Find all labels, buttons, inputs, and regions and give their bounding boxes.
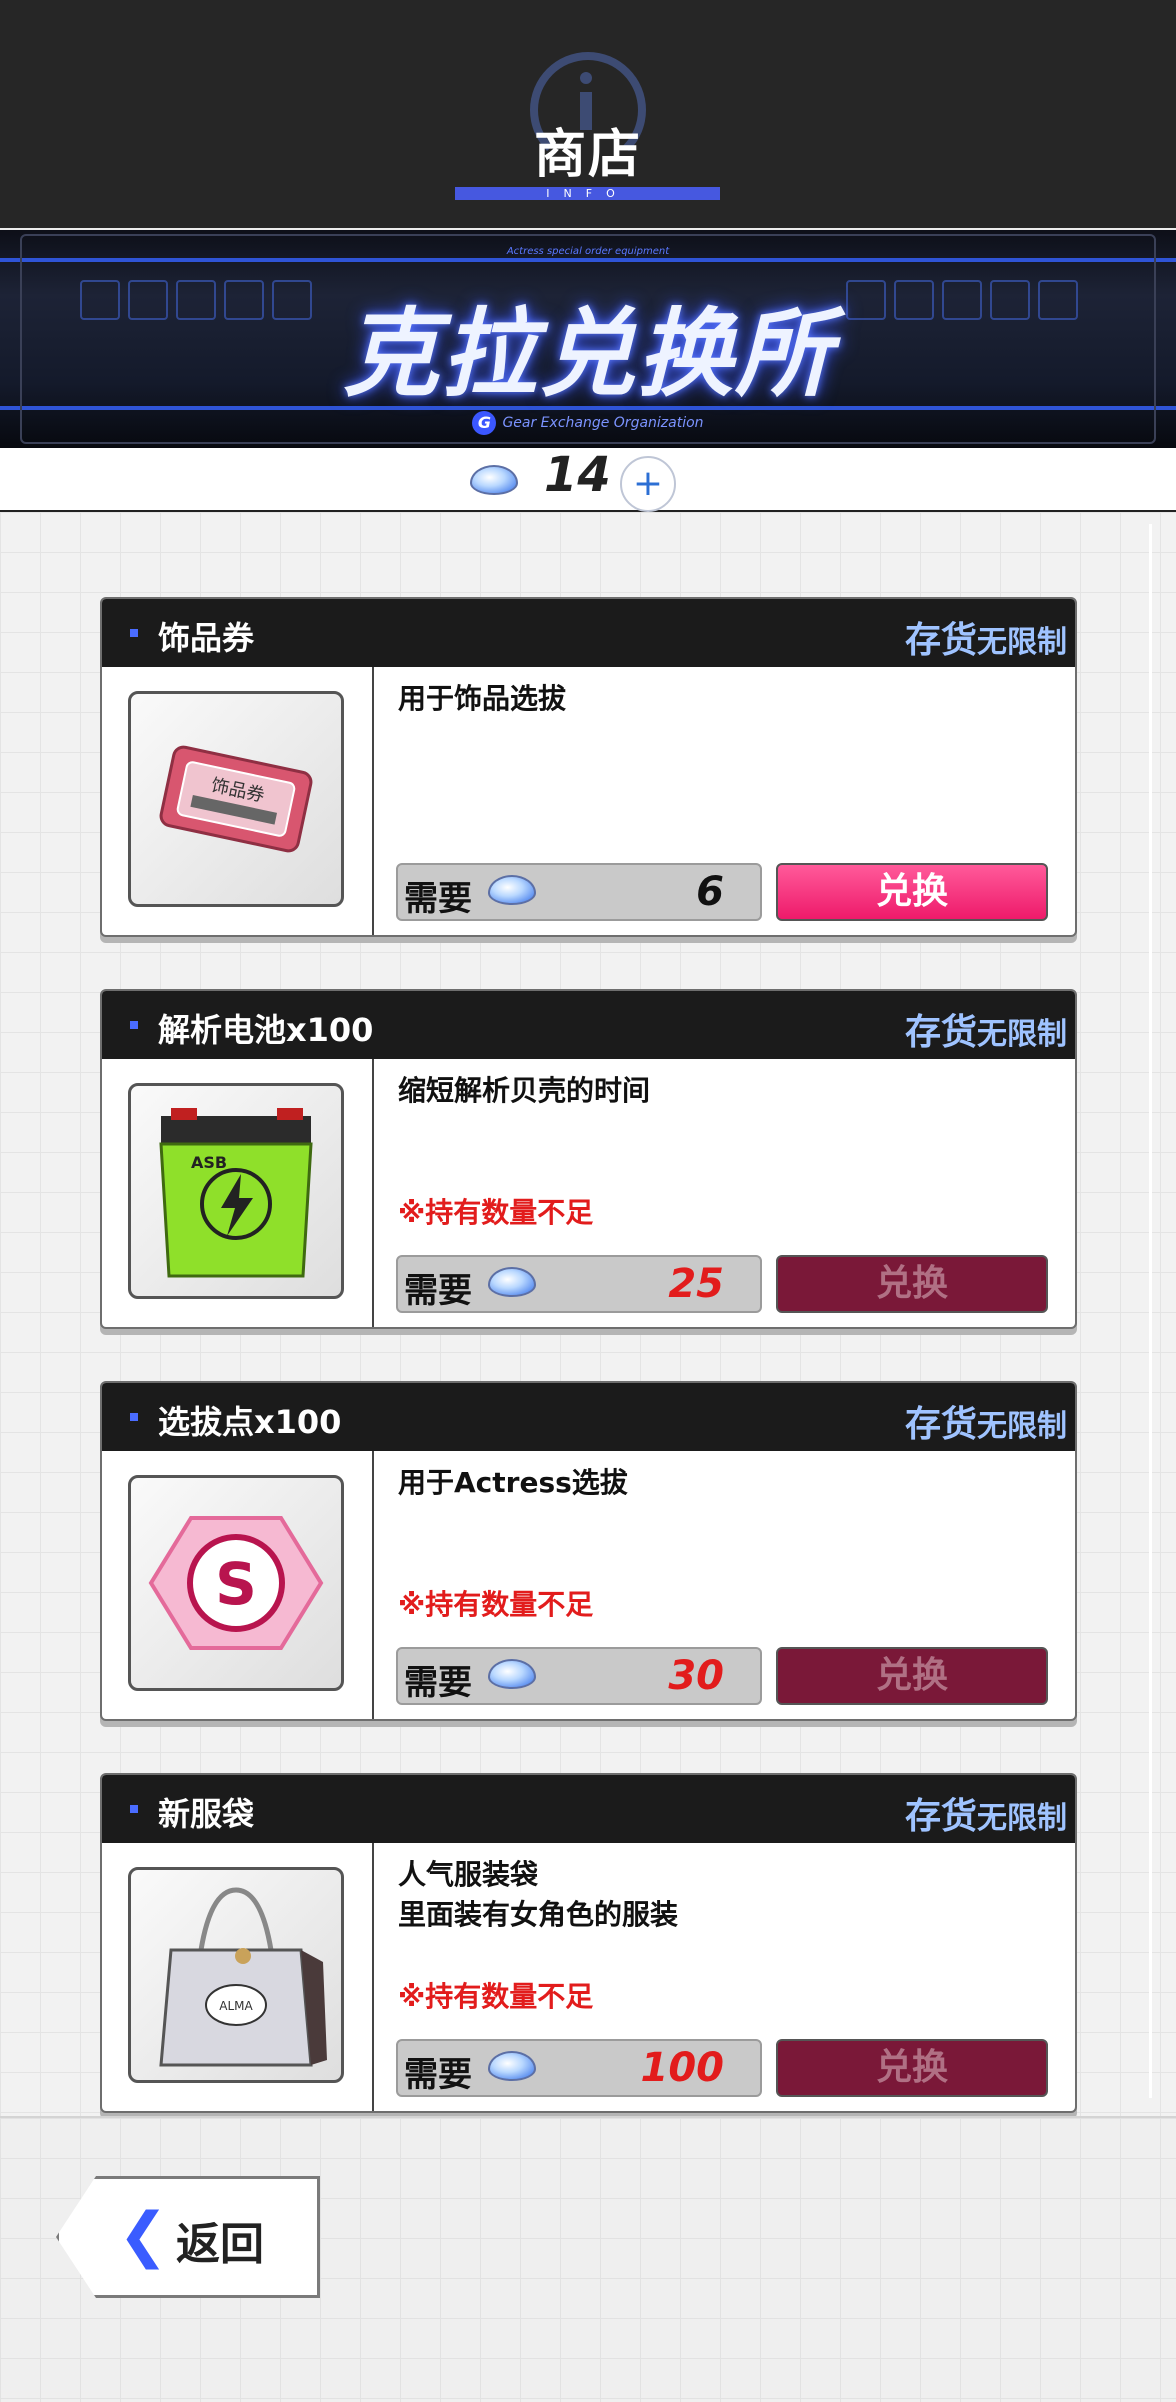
exchange-button[interactable]: 兑换 xyxy=(776,2039,1048,2097)
gem-icon xyxy=(488,875,536,905)
cost-box: 需要 100 xyxy=(396,2039,762,2097)
banner-org: G Gear Exchange Organization xyxy=(0,411,1176,435)
accessory-ticket-icon: 饰品券 xyxy=(128,691,344,907)
card-divider xyxy=(372,1451,374,1719)
svg-text:ASB: ASB xyxy=(191,1153,227,1172)
item-description: 人气服装袋 里面装有女角色的服装 xyxy=(398,1855,1038,1935)
svg-text:S: S xyxy=(215,1550,257,1618)
bullet-icon xyxy=(130,1805,138,1813)
currency-amount: 14 xyxy=(544,447,611,503)
stock-value: 无限制 xyxy=(977,625,1067,660)
info-icon-dot xyxy=(580,72,592,84)
bullet-icon xyxy=(130,629,138,637)
item-name: 新服袋 xyxy=(158,1795,255,1833)
g-logo-icon: G xyxy=(472,411,497,435)
cost-label: 需要 xyxy=(404,2055,472,2095)
shop-item-card: 饰品券 存货无限制 饰品券 用于饰品选拔 需要 6 兑换 xyxy=(100,597,1077,937)
cost-value: 6 xyxy=(696,869,724,915)
selection-point-icon: S xyxy=(128,1475,344,1691)
card-divider xyxy=(372,667,374,935)
shop-item-card: 选拔点x100 存货无限制 S 用于Actress选拔 ※持有数量不足 需要 3… xyxy=(100,1381,1077,1721)
exchange-button[interactable]: 兑换 xyxy=(776,1255,1048,1313)
exchange-button[interactable]: 兑换 xyxy=(776,1647,1048,1705)
svg-text:ALMA: ALMA xyxy=(219,1999,253,2013)
stock-info: 存货无限制 xyxy=(905,1787,1067,1839)
item-name: 选拔点x100 xyxy=(158,1403,342,1441)
gem-icon xyxy=(488,1267,536,1297)
stock-info: 存货无限制 xyxy=(905,1003,1067,1055)
item-description-line: 里面装有女角色的服装 xyxy=(398,1898,679,1931)
info-bar: INFO xyxy=(455,187,720,200)
exchange-button[interactable]: 兑换 xyxy=(776,863,1048,921)
stock-info: 存货无限制 xyxy=(905,1395,1067,1447)
banner-tagline: Actress special order equipment xyxy=(506,246,670,257)
insufficient-warning: ※持有数量不足 xyxy=(398,1196,594,1229)
bullet-icon xyxy=(130,1021,138,1029)
chevron-left-icon: ❮ xyxy=(118,2200,169,2270)
item-description: 缩短解析贝壳的时间 xyxy=(398,1074,651,1107)
cost-box: 需要 25 xyxy=(396,1255,762,1313)
cost-box: 需要 6 xyxy=(396,863,762,921)
cost-label: 需要 xyxy=(404,1271,472,1311)
shop-item-card: 解析电池x100 存货无限制 ASB 缩短解析贝壳的时间 ※持有数量不足 需要 … xyxy=(100,989,1077,1329)
item-name: 解析电池x100 xyxy=(158,1011,374,1049)
cost-label: 需要 xyxy=(404,1663,472,1703)
banner-org-label: Gear Exchange Organization xyxy=(502,415,704,431)
stock-info: 存货无限制 xyxy=(905,611,1067,663)
stock-value: 无限制 xyxy=(977,1017,1067,1052)
stock-label: 存货 xyxy=(904,1796,977,1837)
shop-banner: Actress special order equipment 克拉兑换所 GG… xyxy=(0,230,1176,448)
scrollbar[interactable] xyxy=(1149,524,1152,2098)
shop-item-card: 新服袋 存货无限制 ALMA 人气服装袋 里面装有女角色的服装 ※持有数量不足 … xyxy=(100,1773,1077,2113)
cost-box: 需要 30 xyxy=(396,1647,762,1705)
cost-value: 100 xyxy=(640,2045,725,2091)
stock-value: 无限制 xyxy=(977,1409,1067,1444)
stock-value: 无限制 xyxy=(977,1801,1067,1836)
shopping-bag-icon: ALMA xyxy=(128,1867,344,2083)
battery-icon: ASB xyxy=(128,1083,344,1299)
banner-title: 克拉兑换所 xyxy=(343,298,833,410)
cost-label: 需要 xyxy=(404,879,472,919)
cost-value: 30 xyxy=(668,1653,724,1699)
stock-label: 存货 xyxy=(904,1012,977,1053)
gem-icon xyxy=(488,1659,536,1689)
stock-label: 存货 xyxy=(904,1404,977,1445)
gem-icon xyxy=(488,2051,536,2081)
bullet-icon xyxy=(130,1413,138,1421)
stock-label: 存货 xyxy=(904,620,977,661)
gem-icon xyxy=(470,465,518,495)
insufficient-warning: ※持有数量不足 xyxy=(398,1980,594,2013)
cost-value: 25 xyxy=(668,1261,724,1307)
back-button-label: 返回 xyxy=(176,2219,264,2270)
page-title: 商店 xyxy=(533,125,642,185)
item-name: 饰品券 xyxy=(158,619,255,657)
item-description: 用于Actress选拔 xyxy=(398,1466,628,1499)
item-description-line: 人气服装袋 xyxy=(398,1858,539,1891)
card-divider xyxy=(372,1843,374,2111)
add-currency-button[interactable]: + xyxy=(620,456,676,512)
card-divider xyxy=(372,1059,374,1327)
insufficient-warning: ※持有数量不足 xyxy=(398,1588,594,1621)
item-description: 用于饰品选拔 xyxy=(398,682,567,715)
